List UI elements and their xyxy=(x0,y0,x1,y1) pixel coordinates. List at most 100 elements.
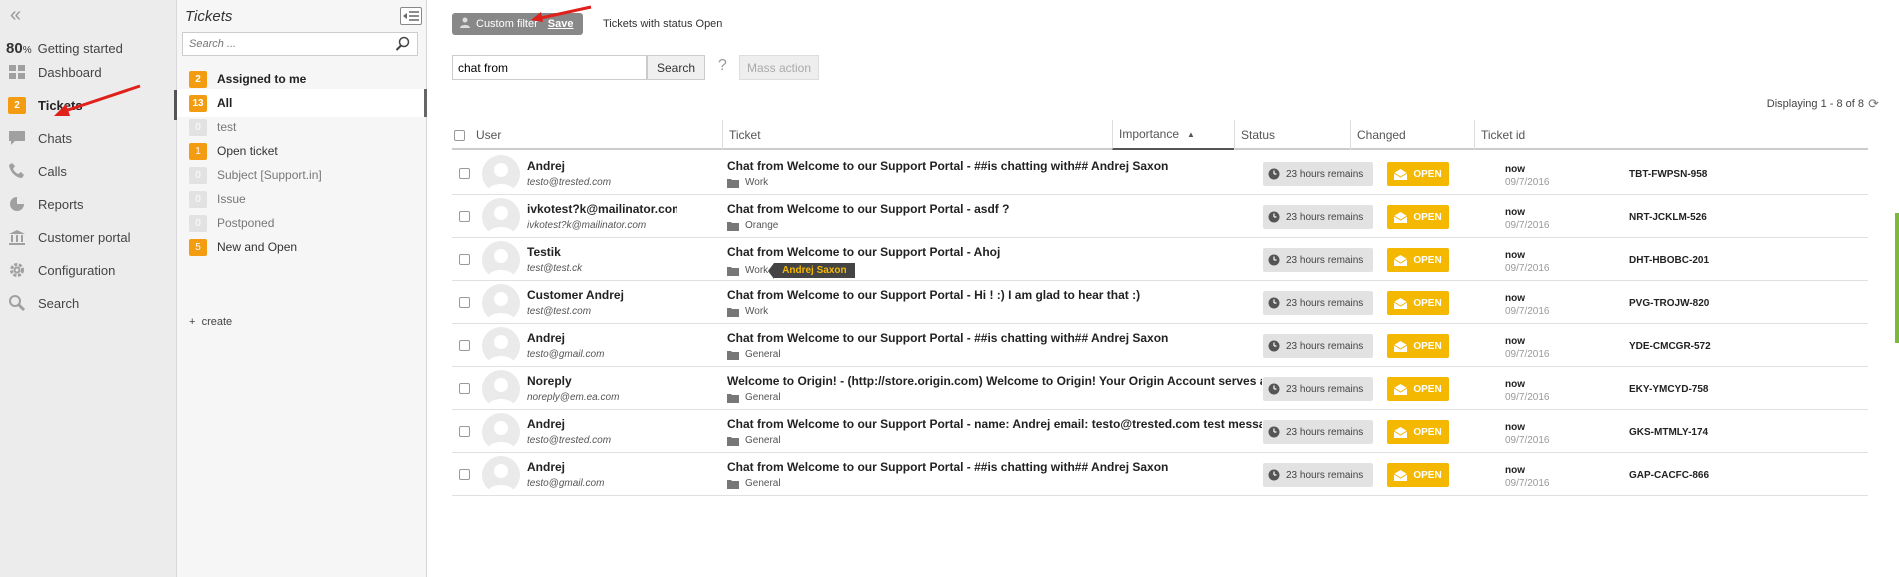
changed-relative: now xyxy=(1505,422,1525,433)
column-changed[interactable]: Changed xyxy=(1350,120,1406,150)
nav-item-dashboard[interactable]: Dashboard xyxy=(0,57,177,87)
row-checkbox[interactable] xyxy=(459,340,470,351)
importance-badge: 23 hours remains xyxy=(1263,248,1374,272)
requester-email: testo@trested.com xyxy=(527,435,612,446)
custom-filter-chip[interactable]: Custom filter Save xyxy=(452,13,584,35)
filter-search-input[interactable] xyxy=(183,33,383,55)
status-badge[interactable]: OPEN xyxy=(1387,205,1449,229)
column-ticket-id[interactable]: Ticket id xyxy=(1474,120,1525,150)
requester-name[interactable]: Andrej xyxy=(527,159,677,173)
nav-item-chats[interactable]: Chats xyxy=(0,123,177,153)
ticket-subject[interactable]: Welcome to Origin! - (http://store.origi… xyxy=(727,374,1262,388)
ticket-folder: Work Andrej Saxon xyxy=(727,263,855,279)
column-user[interactable]: User xyxy=(476,120,501,150)
ticket-id[interactable]: DHT-HBOBC-201 xyxy=(1629,255,1709,266)
table-row[interactable]: Andrej testo@gmail.com Chat from Welcome… xyxy=(452,453,1868,496)
importance-text: 23 hours remains xyxy=(1286,383,1364,395)
importance-text: 23 hours remains xyxy=(1286,168,1364,180)
table-row[interactable]: Testik test@test.ck Chat from Welcome to… xyxy=(452,238,1868,281)
ticket-id[interactable]: GKS-MTMLY-174 xyxy=(1629,427,1708,438)
ticket-subject[interactable]: Chat from Welcome to our Support Portal … xyxy=(727,417,1262,431)
folder-name: Work xyxy=(745,306,769,317)
row-checkbox[interactable] xyxy=(459,383,470,394)
table-row[interactable]: Andrej testo@gmail.com Chat from Welcome… xyxy=(452,324,1868,367)
list-toggle-icon[interactable] xyxy=(400,7,422,25)
nav-item-search[interactable]: Search xyxy=(0,288,177,318)
double-chevron-left-icon[interactable]: « xyxy=(10,4,21,27)
requester-email: testo@gmail.com xyxy=(527,478,605,489)
requester-name[interactable]: Andrej xyxy=(527,417,677,431)
save-filter-link[interactable]: Save xyxy=(548,18,574,30)
status-text: OPEN xyxy=(1413,383,1442,395)
ticket-icon: 2 xyxy=(8,96,26,114)
ticket-subject[interactable]: Chat from Welcome to our Support Portal … xyxy=(727,460,1262,474)
person-icon xyxy=(460,17,470,31)
search-button[interactable]: Search xyxy=(647,55,705,80)
ticket-id[interactable]: PVG-TROJW-820 xyxy=(1629,298,1709,309)
search-icon[interactable] xyxy=(395,36,411,57)
requester-name[interactable]: Noreply xyxy=(527,374,677,388)
status-badge[interactable]: OPEN xyxy=(1387,162,1449,186)
table-row[interactable]: Andrej testo@trested.com Chat from Welco… xyxy=(452,410,1868,453)
status-badge[interactable]: OPEN xyxy=(1387,334,1449,358)
status-badge[interactable]: OPEN xyxy=(1387,291,1449,315)
nav-item-tickets[interactable]: 2 Tickets xyxy=(0,90,177,120)
status-badge[interactable]: OPEN xyxy=(1387,463,1449,487)
envelope-open-icon xyxy=(1394,211,1408,223)
side-scroll-indicator[interactable] xyxy=(1895,213,1899,343)
column-ticket[interactable]: Ticket xyxy=(722,120,761,150)
ticket-id[interactable]: TBT-FWPSN-958 xyxy=(1629,169,1707,180)
row-checkbox[interactable] xyxy=(459,297,470,308)
nav-item-configuration[interactable]: Configuration xyxy=(0,255,177,285)
status-badge[interactable]: OPEN xyxy=(1387,377,1449,401)
table-row[interactable]: ivkotest?k@mailinator.com ivkotest?k@mai… xyxy=(452,195,1868,238)
ticket-id[interactable]: NRT-JCKLM-526 xyxy=(1629,212,1707,223)
table-row[interactable]: Andrej testo@trested.com Chat from Welco… xyxy=(452,152,1868,195)
requester-name[interactable]: Customer Andrej xyxy=(527,288,677,302)
requester-name[interactable]: ivkotest?k@mailinator.com xyxy=(527,202,677,216)
row-checkbox[interactable] xyxy=(459,211,470,222)
status-badge[interactable]: OPEN xyxy=(1387,248,1449,272)
checkbox[interactable] xyxy=(454,129,465,141)
ticket-id[interactable]: YDE-CMCGR-572 xyxy=(1629,341,1711,352)
row-checkbox[interactable] xyxy=(459,168,470,179)
filter-label: Assigned to me xyxy=(217,72,307,86)
table-row[interactable]: Customer Andrej test@test.com Chat from … xyxy=(452,281,1868,324)
table-row[interactable]: Noreply noreply@em.ea.com Welcome to Ori… xyxy=(452,367,1868,410)
requester-name[interactable]: Andrej xyxy=(527,460,677,474)
column-status[interactable]: Status xyxy=(1234,120,1275,150)
ticket-subject[interactable]: Chat from Welcome to our Support Portal … xyxy=(727,202,1262,216)
requester-name[interactable]: Testik xyxy=(527,245,677,259)
row-checkbox[interactable] xyxy=(459,254,470,265)
select-all-checkbox[interactable] xyxy=(454,120,465,150)
changed-relative: now xyxy=(1505,250,1525,261)
ticket-id[interactable]: EKY-YMCYD-758 xyxy=(1629,384,1708,395)
nav-item-reports[interactable]: Reports xyxy=(0,189,177,219)
status-badge[interactable]: OPEN xyxy=(1387,420,1449,444)
filter-new-and-open[interactable]: 5 New and Open xyxy=(177,233,427,261)
row-checkbox[interactable] xyxy=(459,469,470,480)
ticket-search-input[interactable] xyxy=(452,55,647,80)
changed-relative: now xyxy=(1505,207,1525,218)
help-icon[interactable]: ? xyxy=(718,57,727,75)
ticket-folder: Orange xyxy=(727,220,778,231)
requester-name[interactable]: Andrej xyxy=(527,331,677,345)
avatar xyxy=(482,241,520,279)
create-filter-link[interactable]: + create xyxy=(189,316,232,328)
clock-icon xyxy=(1268,383,1280,395)
importance-text: 23 hours remains xyxy=(1286,297,1364,309)
refresh-icon[interactable]: ⟳ xyxy=(1868,96,1879,112)
ticket-subject[interactable]: Chat from Welcome to our Support Portal … xyxy=(727,331,1262,345)
ticket-subject[interactable]: Chat from Welcome to our Support Portal … xyxy=(727,288,1262,302)
nav-item-customer-portal[interactable]: Customer portal xyxy=(0,222,177,252)
row-checkbox[interactable] xyxy=(459,426,470,437)
progress-value: 80% xyxy=(6,39,32,57)
nav-item-calls[interactable]: Calls xyxy=(0,156,177,186)
column-importance[interactable]: Importance ▲ xyxy=(1112,120,1234,150)
ticket-subject[interactable]: Chat from Welcome to our Support Portal … xyxy=(727,245,1262,259)
column-label: Importance xyxy=(1119,127,1180,141)
nav-item-label: Reports xyxy=(38,196,84,212)
plus-icon: + xyxy=(189,316,196,328)
ticket-id[interactable]: GAP-CACFC-866 xyxy=(1629,470,1709,481)
ticket-subject[interactable]: Chat from Welcome to our Support Portal … xyxy=(727,159,1262,173)
